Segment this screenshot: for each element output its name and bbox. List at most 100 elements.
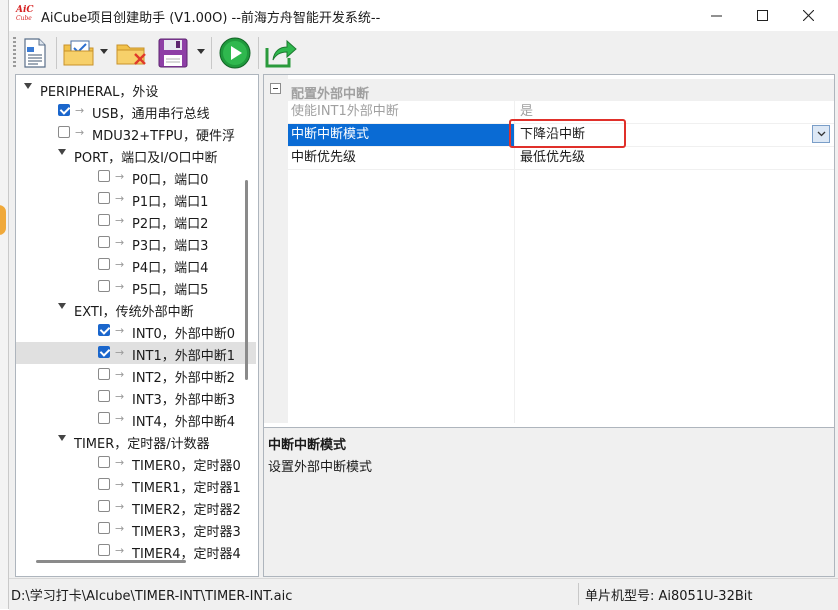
- category-label: 配置外部中断: [291, 87, 370, 102]
- window-title: AiCube项目创建助手 (V1.00O) --前海方舟智能开发系统--: [41, 11, 381, 26]
- new-document-button[interactable]: [19, 35, 51, 71]
- property-grid: 配置外部中断 使能INT1外部中断 是 中断中断模式 下降沿中断 中断优先级 最…: [263, 74, 835, 577]
- tree-checkbox[interactable]: [98, 544, 110, 556]
- tree-item[interactable]: → P0口，端口0: [16, 166, 256, 188]
- tree-item[interactable]: TIMER，定时器/计数器: [16, 430, 256, 452]
- tree-checkbox[interactable]: [98, 236, 110, 248]
- property-value[interactable]: 最低优先级: [516, 147, 834, 169]
- collapse-icon[interactable]: [270, 83, 281, 94]
- open-folder-button[interactable]: [61, 35, 97, 71]
- toolbar: [9, 31, 838, 74]
- property-name: 使能INT1外部中断: [291, 104, 399, 119]
- tree-item[interactable]: → P3口，端口3: [16, 232, 256, 254]
- app-logo-icon: AiC Cube: [16, 5, 34, 24]
- save-dropdown-icon[interactable]: [197, 49, 205, 54]
- arrow-icon: →: [115, 192, 125, 205]
- tree-item[interactable]: → INT4，外部中断4: [16, 408, 256, 430]
- tree-item[interactable]: → INT2，外部中断2: [16, 364, 256, 386]
- tree-item[interactable]: → P1口，端口1: [16, 188, 256, 210]
- tree-item[interactable]: PORT，端口及I/O口中断: [16, 144, 256, 166]
- open-folder-dropdown-icon[interactable]: [100, 49, 108, 54]
- status-separator: [578, 583, 579, 605]
- peripheral-tree[interactable]: PERIPHERAL，外设 → USB，通用串行总线 → MDU32+TFPU，硬件浮 P…: [15, 74, 259, 577]
- tree-item[interactable]: → TIMER4，定时器4: [16, 540, 256, 562]
- close-icon: [802, 10, 814, 21]
- close-folder-button[interactable]: [115, 35, 149, 71]
- arrow-icon: →: [115, 346, 125, 359]
- tree-item[interactable]: → TIMER0，定时器0: [16, 452, 256, 474]
- expand-triangle-icon[interactable]: [58, 435, 66, 441]
- tree-vertical-scrollbar[interactable]: [245, 180, 248, 380]
- tree-item[interactable]: EXTI，传统外部中断: [16, 298, 256, 320]
- tree-item[interactable]: → INT3，外部中断3: [16, 386, 256, 408]
- chevron-down-icon: [817, 131, 825, 137]
- dropdown-button[interactable]: [812, 125, 830, 143]
- tree-checkbox[interactable]: [98, 368, 110, 380]
- property-row-priority[interactable]: 中断优先级 最低优先级: [288, 147, 834, 170]
- tree-checkbox[interactable]: [98, 324, 110, 336]
- expand-triangle-icon[interactable]: [24, 83, 32, 89]
- tree-checkbox[interactable]: [98, 258, 110, 270]
- property-name: 中断优先级: [291, 150, 357, 165]
- tree-checkbox[interactable]: [98, 192, 110, 204]
- minimize-icon: [710, 15, 722, 17]
- title-bar: AiC Cube AiCube项目创建助手 (V1.00O) --前海方舟智能开…: [9, 0, 838, 31]
- tree-item[interactable]: → P2口，端口2: [16, 210, 256, 232]
- tree-item-label: PERIPHERAL，外设: [40, 85, 159, 100]
- tree-item-label: TIMER3，定时器3: [132, 525, 241, 540]
- tree-horizontal-scrollbar[interactable]: [36, 560, 186, 563]
- arrow-icon: →: [115, 522, 125, 535]
- tree-item-label: P4口，端口4: [132, 261, 209, 276]
- arrow-icon: →: [115, 258, 125, 271]
- tree-item-label: USB，通用串行总线: [92, 107, 210, 122]
- tree-item[interactable]: → MDU32+TFPU，硬件浮: [16, 122, 256, 144]
- tree-item-label: P3口，端口3: [132, 239, 209, 254]
- tree-checkbox[interactable]: [98, 412, 110, 424]
- share-arrow-icon: [265, 39, 297, 68]
- close-button[interactable]: [785, 0, 831, 31]
- minimize-button[interactable]: [693, 0, 739, 31]
- floppy-icon: [158, 38, 188, 68]
- highlight-box: [509, 119, 626, 148]
- tree-checkbox[interactable]: [58, 104, 70, 116]
- arrow-icon: →: [75, 104, 85, 117]
- tree-checkbox[interactable]: [98, 346, 110, 358]
- tree-checkbox[interactable]: [98, 522, 110, 534]
- background-orange-shape: [0, 205, 6, 235]
- property-grid-gutter: [264, 75, 288, 423]
- tree-checkbox[interactable]: [58, 126, 70, 138]
- export-button[interactable]: [264, 35, 298, 71]
- expand-triangle-icon[interactable]: [58, 303, 66, 309]
- description-title: 中断中断模式: [268, 438, 347, 453]
- category-row[interactable]: 配置外部中断: [264, 79, 834, 102]
- tree-checkbox[interactable]: [98, 478, 110, 490]
- logo-text-bottom: Cube: [16, 15, 32, 22]
- tree-checkbox[interactable]: [98, 280, 110, 292]
- toolbar-grip[interactable]: [13, 37, 16, 69]
- tree-item[interactable]: → USB，通用串行总线: [16, 100, 256, 122]
- tree-checkbox[interactable]: [98, 214, 110, 226]
- save-button[interactable]: [157, 35, 189, 71]
- tree-item[interactable]: → TIMER3，定时器3: [16, 518, 256, 540]
- tree-item[interactable]: → INT1，外部中断1: [16, 342, 256, 364]
- tree-checkbox[interactable]: [98, 170, 110, 182]
- arrow-icon: →: [115, 478, 125, 491]
- tree-checkbox[interactable]: [98, 390, 110, 402]
- tree-item[interactable]: PERIPHERAL，外设: [16, 78, 256, 100]
- run-button[interactable]: [218, 35, 252, 71]
- tree-item[interactable]: → INT0，外部中断0: [16, 320, 256, 342]
- tree-item[interactable]: → P5口，端口5: [16, 276, 256, 298]
- tree-item[interactable]: → P4口，端口4: [16, 254, 256, 276]
- expand-triangle-icon[interactable]: [58, 149, 66, 155]
- play-icon: [219, 37, 251, 69]
- column-divider[interactable]: [514, 101, 515, 423]
- property-name: 中断中断模式: [288, 124, 514, 146]
- tree-item[interactable]: → TIMER2，定时器2: [16, 496, 256, 518]
- tree-item[interactable]: → TIMER1，定时器1: [16, 474, 256, 496]
- tree-checkbox[interactable]: [98, 500, 110, 512]
- tree-item-label: MDU32+TFPU，硬件浮: [92, 129, 235, 144]
- tree-checkbox[interactable]: [98, 456, 110, 468]
- folder-x-icon: [116, 44, 146, 65]
- tree-item-label: INT3，外部中断3: [132, 393, 236, 408]
- maximize-button[interactable]: [739, 0, 785, 31]
